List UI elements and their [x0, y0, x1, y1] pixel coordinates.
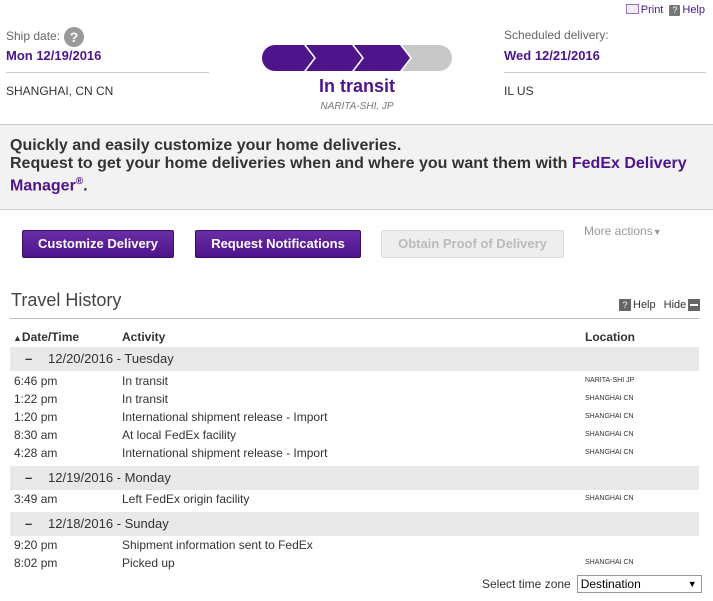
event-time: 8:30 am	[14, 428, 58, 442]
help-icon: ?	[669, 5, 681, 16]
date-group-header[interactable]: –12/19/2016 - Monday	[10, 466, 699, 490]
sort-up-icon: ▲	[13, 333, 22, 343]
timezone-selector: Select time zone Destination ▼	[482, 575, 702, 593]
status-location: NARITA-SHI, JP	[320, 101, 394, 112]
event-activity: In transit	[122, 374, 169, 388]
banner-line-1: Quickly and easily customize your home d…	[10, 137, 402, 154]
fedex-delivery-manager-link[interactable]: FedEx Delivery	[572, 155, 687, 172]
event-time: 4:28 am	[14, 446, 58, 460]
divider	[10, 318, 699, 319]
event-activity: International shipment release - Import	[122, 410, 328, 424]
fedex-delivery-manager-link-2[interactable]: Manager	[10, 177, 76, 194]
divider	[504, 72, 706, 73]
column-header-date[interactable]: ▲Date/Time	[13, 330, 79, 344]
origin: SHANGHAI, CN CN	[6, 84, 114, 98]
column-header-activity: Activity	[122, 330, 166, 344]
more-actions-dropdown[interactable]: More actions▼	[584, 224, 662, 238]
dropdown-arrow-icon: ▼	[687, 579, 697, 589]
help-question-icon[interactable]: ?	[64, 27, 85, 47]
collapse-icon[interactable]	[688, 299, 701, 311]
ship-date: Mon 12/19/2016	[6, 48, 102, 63]
collapse-minus-icon[interactable]: –	[25, 347, 32, 371]
hide-link[interactable]: Hide	[664, 299, 687, 311]
caret-down-icon: ▼	[652, 227, 662, 237]
collapse-minus-icon[interactable]: –	[25, 512, 32, 536]
travel-history-title: Travel History	[11, 290, 122, 310]
progress-step-2	[306, 45, 362, 71]
status-text: In transit	[318, 76, 395, 96]
event-time: 9:20 pm	[14, 538, 58, 552]
event-activity: In transit	[122, 392, 169, 406]
event-location: SHANGHAI CN	[585, 413, 634, 420]
event-location: SHANGHAI CN	[585, 559, 634, 566]
scheduled-delivery-label: Scheduled delivery:	[504, 28, 609, 42]
event-activity: Shipment information sent to FedEx	[122, 538, 313, 552]
delivery-manager-banner: Quickly and easily customize your home d…	[0, 124, 713, 210]
request-notifications-button[interactable]: Request Notifications	[195, 230, 361, 258]
event-location: SHANGHAI CN	[585, 495, 634, 502]
event-location: SHANGHAI CN	[585, 431, 634, 438]
banner-line-2: Request to get your home deliveries when…	[10, 155, 687, 172]
event-time: 3:49 am	[14, 492, 58, 506]
progress-indicator	[262, 45, 452, 71]
scheduled-delivery-date: Wed 12/21/2016	[504, 48, 600, 63]
column-header-location: Location	[585, 330, 635, 344]
date-group-header[interactable]: –12/20/2016 - Tuesday	[10, 347, 699, 371]
printer-icon	[625, 4, 639, 14]
help-link[interactable]: ? Help	[669, 4, 705, 16]
timezone-select[interactable]: Destination ▼	[576, 575, 702, 593]
travel-history-help-link[interactable]: Help	[633, 299, 656, 311]
customize-delivery-button[interactable]: Customize Delivery	[22, 230, 174, 258]
progress-step-3	[354, 45, 410, 71]
event-time: 6:46 pm	[14, 374, 58, 388]
event-time: 1:20 pm	[14, 410, 58, 424]
event-activity: Left FedEx origin facility	[122, 492, 250, 506]
divider	[6, 72, 209, 73]
event-activity: At local FedEx facility	[122, 428, 237, 442]
banner-line-3: Manager®.	[10, 176, 88, 195]
help-icon: ?	[619, 299, 631, 311]
ship-date-label: Ship date:?	[6, 27, 85, 47]
event-activity: International shipment release - Import	[122, 446, 328, 460]
top-links: Print ? Help	[625, 4, 705, 16]
date-group-header[interactable]: –12/18/2016 - Sunday	[10, 512, 699, 536]
progress-step-1	[262, 45, 314, 71]
event-location: NARITA-SHI JP	[585, 377, 635, 384]
event-location: SHANGHAI CN	[585, 449, 634, 456]
travel-history-controls: ? Help Hide	[619, 299, 701, 311]
destination: IL US	[504, 84, 534, 98]
proof-of-delivery-button[interactable]: Obtain Proof of Delivery	[381, 230, 564, 258]
timezone-label: Select time zone	[482, 577, 571, 591]
collapse-minus-icon[interactable]: –	[25, 466, 32, 490]
event-time: 1:22 pm	[14, 392, 58, 406]
event-time: 8:02 pm	[14, 556, 58, 570]
print-link[interactable]: Print	[625, 4, 663, 16]
event-location: SHANGHAI CN	[585, 395, 634, 402]
event-activity: Picked up	[122, 556, 175, 570]
